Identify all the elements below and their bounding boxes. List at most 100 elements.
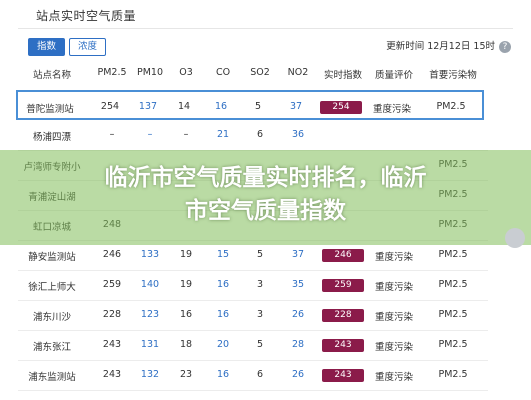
- cell-so2: 6: [256, 369, 264, 380]
- cell-pm25: 228: [102, 309, 122, 320]
- cell-quality: 重度污染: [372, 104, 411, 115]
- table-row[interactable]: 浦东监测站 243 132 23 16 6 26 243 重度污染 PM2.5: [18, 360, 488, 391]
- col-o3: O3: [179, 67, 193, 78]
- col-pm25: PM2.5: [97, 67, 127, 78]
- table-row[interactable]: 浦东川沙 228 123 16 16 3 26 228 重度污染 PM2.5: [18, 300, 488, 331]
- page-title: 站点实时空气质量: [36, 9, 137, 23]
- banner-line-2: 市空气质量指数: [185, 198, 346, 224]
- cell-name: 徐汇上师大: [28, 282, 76, 293]
- cell-o3: 16: [179, 309, 193, 320]
- table-header: 站点名称 PM2.5 PM10 O3 CO SO2 NO2 实时指数 质量评价 …: [18, 62, 488, 86]
- cell-no2: 37: [289, 101, 303, 112]
- cell-o3: 18: [179, 339, 193, 350]
- cell-co: 21: [216, 129, 230, 140]
- cell-primary: PM2.5: [438, 309, 468, 320]
- cell-primary: PM2.5: [438, 279, 468, 290]
- cell-co: 16: [214, 101, 228, 112]
- cell-no2: 26: [291, 309, 305, 320]
- cell-no2: 28: [291, 339, 305, 350]
- cell-co: 20: [216, 339, 230, 350]
- table-row[interactable]: 普陀监测站 254 137 14 16 5 37 254 重度污染 PM2.5: [16, 90, 484, 120]
- cell-so2: 3: [256, 279, 264, 290]
- cell-so2: 3: [256, 309, 264, 320]
- cell-no2: 36: [291, 129, 305, 140]
- cell-aqi: 228: [318, 309, 368, 322]
- cell-no2: 37: [291, 249, 305, 260]
- cell-name: 浦东川沙: [32, 312, 71, 323]
- cell-name: 浦东张江: [32, 342, 71, 353]
- aqi-badge: 259: [322, 279, 364, 292]
- banner-text: 临沂市空气质量实时排名，临沂 市空气质量指数: [0, 162, 531, 228]
- map-pin-icon: [505, 228, 525, 248]
- cell-pm10: 132: [140, 369, 160, 380]
- cell-quality: 重度污染: [374, 372, 413, 383]
- cell-pm10: 137: [138, 101, 158, 112]
- table-row[interactable]: 杨浦四漂 – – – 21 6 36: [18, 120, 488, 151]
- col-pm10: PM10: [136, 67, 163, 78]
- banner-line-1: 临沂市空气质量实时排名，临沂: [104, 165, 427, 191]
- cell-name: 普陀监测站: [26, 104, 74, 115]
- cell-no2: 26: [291, 369, 305, 380]
- cell-so2: 6: [256, 129, 264, 140]
- air-quality-page: 站点实时空气质量 指数 浓度 更新时间 12月12日 15时? 站点名称 PM2…: [0, 0, 531, 400]
- cell-o3: 19: [179, 279, 193, 290]
- col-primary: 首要污染物: [429, 70, 477, 81]
- cell-o3: 23: [179, 369, 193, 380]
- cell-quality: 重度污染: [374, 342, 413, 353]
- aqi-badge: 246: [322, 249, 364, 262]
- cell-aqi: 254: [316, 101, 366, 114]
- cell-pm10: –: [147, 129, 153, 140]
- cell-aqi: 243: [318, 369, 368, 382]
- cell-so2: 5: [254, 101, 262, 112]
- cell-aqi: 259: [318, 279, 368, 292]
- help-icon[interactable]: ?: [499, 40, 511, 53]
- aqi-badge: 228: [322, 309, 364, 322]
- cell-pm25: 243: [102, 369, 122, 380]
- col-aqi: 实时指数: [323, 70, 362, 81]
- col-no2: NO2: [287, 67, 309, 78]
- cell-pm10: 131: [140, 339, 160, 350]
- col-quality: 质量评价: [374, 70, 413, 81]
- cell-quality: 重度污染: [374, 312, 413, 323]
- cell-co: 16: [216, 369, 230, 380]
- aqi-badge: 254: [320, 101, 362, 114]
- col-so2: SO2: [250, 67, 270, 78]
- table-row[interactable]: 浦东张江 243 131 18 20 5 28 243 重度污染 PM2.5: [18, 330, 488, 361]
- cell-pm25: 243: [102, 339, 122, 350]
- update-time: 更新时间 12月12日 15时?: [386, 38, 511, 53]
- cell-name: 浦东监测站: [28, 372, 76, 383]
- cell-no2: 35: [291, 279, 305, 290]
- cell-co: 16: [216, 279, 230, 290]
- cell-pm25: 246: [102, 249, 122, 260]
- cell-primary: PM2.5: [438, 369, 468, 380]
- cell-aqi: 243: [318, 339, 368, 352]
- cell-primary: PM2.5: [438, 249, 468, 260]
- cell-pm10: 140: [140, 279, 160, 290]
- update-time-text: 更新时间 12月12日 15时: [386, 41, 495, 52]
- cell-pm10: 123: [140, 309, 160, 320]
- tab-concentration[interactable]: 浓度: [69, 38, 107, 56]
- cell-so2: 5: [256, 249, 264, 260]
- col-co: CO: [215, 67, 231, 78]
- cell-so2: 5: [256, 339, 264, 350]
- cell-o3: –: [183, 129, 189, 140]
- tab-index[interactable]: 指数: [28, 38, 66, 56]
- cell-quality: 重度污染: [374, 252, 413, 263]
- cell-pm25: 259: [102, 279, 122, 290]
- cell-o3: 19: [179, 249, 193, 260]
- cell-name: 杨浦四漂: [32, 132, 71, 143]
- aqi-badge: 243: [322, 339, 364, 352]
- cell-o3: 14: [177, 101, 191, 112]
- cell-name: 静安监测站: [28, 252, 76, 263]
- cell-co: 15: [216, 249, 230, 260]
- tab-bar: 指数 浓度: [28, 38, 107, 56]
- cell-primary: PM2.5: [438, 339, 468, 350]
- cell-quality: 重度污染: [374, 282, 413, 293]
- cell-pm10: 133: [140, 249, 160, 260]
- col-station: 站点名称: [32, 70, 71, 81]
- cell-primary: PM2.5: [436, 101, 466, 112]
- cell-aqi: 246: [318, 249, 368, 262]
- table-row[interactable]: 徐汇上师大 259 140 19 16 3 35 259 重度污染 PM2.5: [18, 270, 488, 301]
- cell-co: 16: [216, 309, 230, 320]
- cell-pm25: –: [109, 129, 115, 140]
